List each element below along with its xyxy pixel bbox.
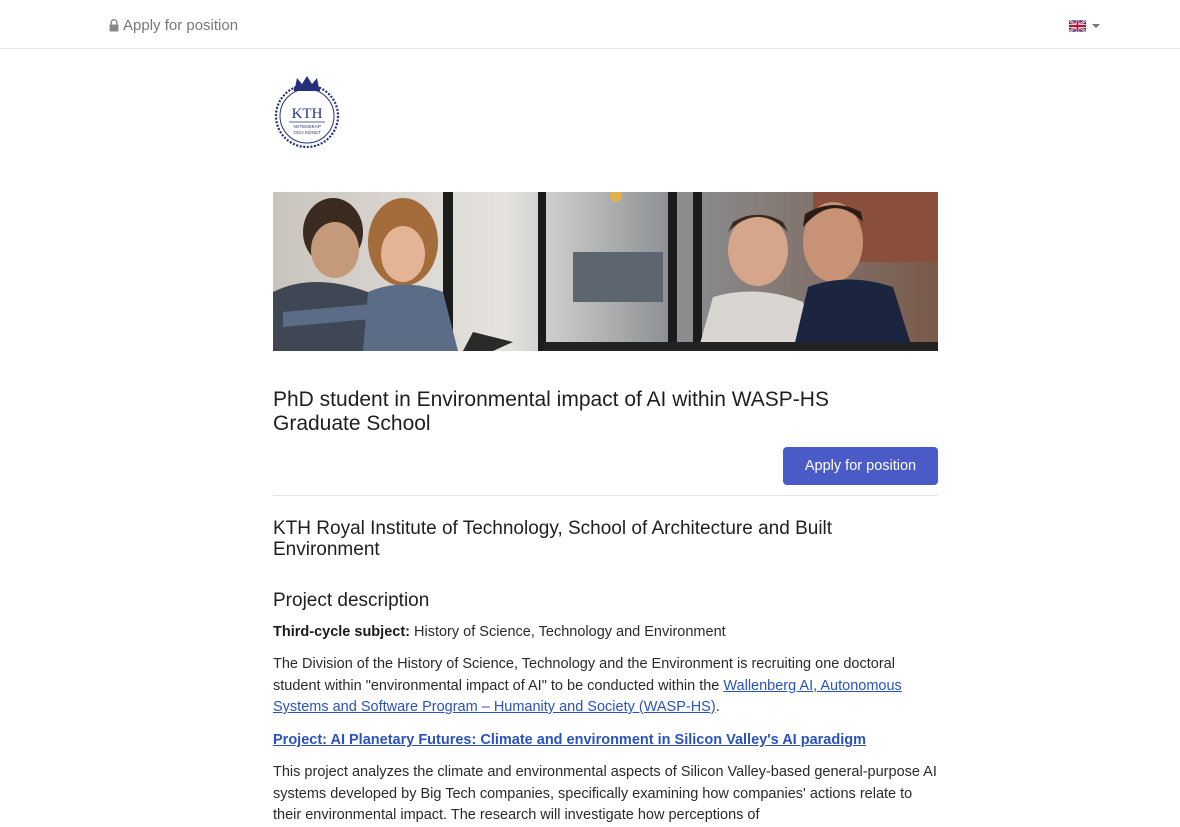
top-bar: Apply for position xyxy=(0,0,1180,49)
subject-label: Third-cycle subject: xyxy=(273,624,410,640)
job-title: PhD student in Environmental impact of A… xyxy=(273,388,829,435)
kth-logo: KTH VETENSKAP OCH KONST xyxy=(274,76,340,149)
apply-breadcrumb-label: Apply for position xyxy=(123,17,239,34)
language-selector[interactable] xyxy=(1069,20,1100,32)
organization-name: KTH Royal Institute of Technology, Schoo… xyxy=(273,518,833,560)
project-title-paragraph: Project: AI Planetary Futures: Climate a… xyxy=(273,730,938,752)
third-cycle-subject: Third-cycle subject: History of Science,… xyxy=(273,622,938,644)
project-link[interactable]: Project: AI Planetary Futures: Climate a… xyxy=(273,732,866,748)
hero-photo xyxy=(273,192,938,351)
apply-for-position-button[interactable]: Apply for position xyxy=(783,447,938,485)
caret-down-icon xyxy=(1092,24,1100,28)
project-paragraph: This project analyzes the climate and en… xyxy=(273,764,937,823)
project-description-heading: Project description xyxy=(273,590,430,611)
kth-logo-text: KTH xyxy=(292,106,323,122)
subject-value: History of Science, Technology and Envir… xyxy=(409,624,726,640)
lock-icon xyxy=(109,19,119,32)
apply-breadcrumb[interactable]: Apply for position xyxy=(109,17,238,34)
kth-logo-subtext-1: VETENSKAP xyxy=(293,124,321,129)
intro-paragraph: The Division of the History of Science, … xyxy=(273,654,938,719)
uk-flag-icon xyxy=(1069,20,1086,32)
divider xyxy=(273,495,938,496)
intro-end: . xyxy=(715,699,720,715)
kth-logo-subtext-2: OCH KONST xyxy=(293,130,321,135)
